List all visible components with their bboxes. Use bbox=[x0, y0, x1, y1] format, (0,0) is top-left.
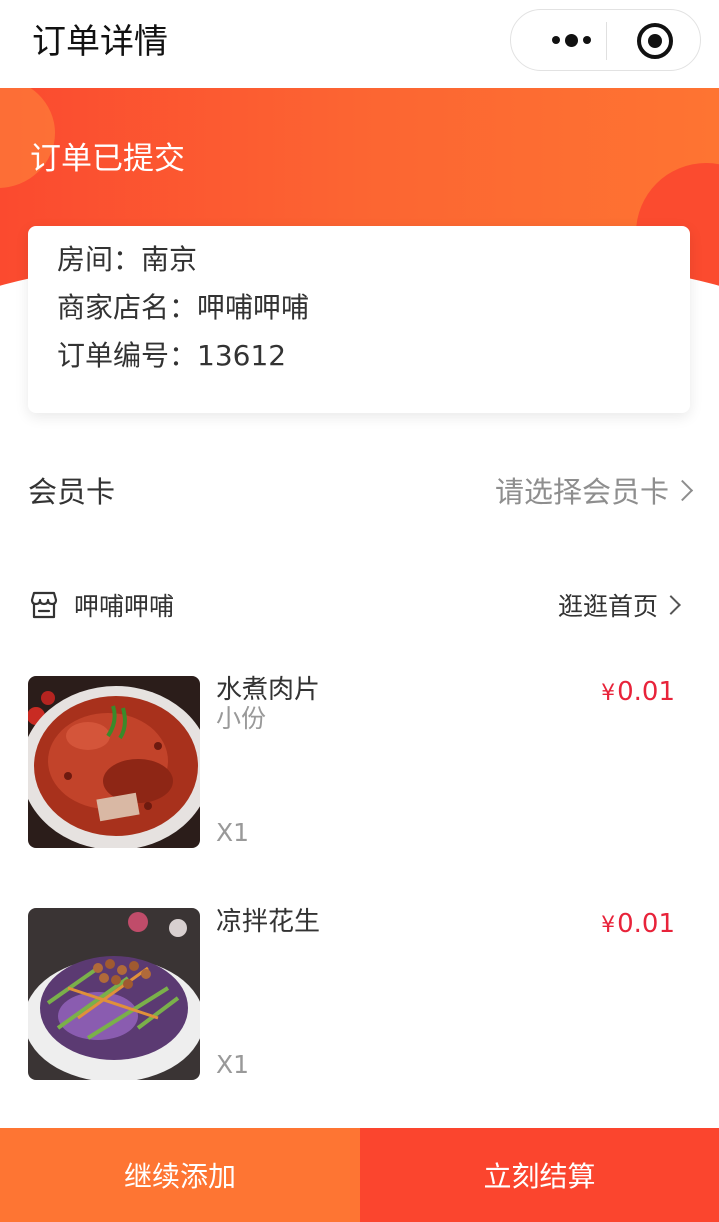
shop-home-label: 逛逛首页 bbox=[557, 592, 658, 621]
merchant-info: 商家店名：呷哺呷哺 bbox=[57, 291, 310, 324]
target-close-icon[interactable] bbox=[637, 23, 673, 59]
product-spec: 小份 bbox=[216, 704, 267, 733]
checkout-now-button[interactable]: 立刻结算 bbox=[360, 1128, 719, 1222]
store-icon bbox=[28, 590, 60, 620]
product-price: ¥0.01 bbox=[601, 908, 675, 942]
shop-info: 呷哺呷哺 bbox=[28, 587, 174, 623]
order-status-text: 订单已提交 bbox=[30, 141, 185, 177]
member-card-selector[interactable]: 请选择会员卡 bbox=[494, 469, 694, 511]
product-quantity: X1 bbox=[216, 1050, 250, 1079]
price-value: 0.01 bbox=[617, 909, 675, 939]
member-card-placeholder: 请选择会员卡 bbox=[494, 475, 669, 509]
more-dots-icon[interactable] bbox=[539, 10, 603, 70]
chevron-right-icon bbox=[661, 595, 681, 615]
currency-symbol: ¥ bbox=[601, 681, 616, 706]
product-image-boiled-pork bbox=[28, 676, 200, 848]
continue-adding-button[interactable]: 继续添加 bbox=[0, 1128, 360, 1222]
shop-home-link[interactable]: 逛逛首页 bbox=[557, 587, 681, 623]
shop-name: 呷哺呷哺 bbox=[74, 592, 175, 621]
chevron-right-icon bbox=[671, 479, 694, 501]
product-name: 凉拌花生 bbox=[216, 907, 321, 937]
price-value: 0.01 bbox=[617, 677, 675, 707]
navigation-bar: 订单详情 bbox=[0, 0, 719, 88]
order-number-info: 订单编号：13612 bbox=[57, 339, 287, 372]
capsule-divider bbox=[606, 22, 607, 60]
product-item: 水煮肉片 小份 X1 ¥0.01 bbox=[28, 675, 678, 848]
product-price: ¥0.01 bbox=[601, 676, 675, 710]
product-quantity: X1 bbox=[216, 818, 250, 847]
bottom-action-bar: 继续添加 立刻结算 bbox=[0, 1128, 719, 1222]
page-title: 订单详情 bbox=[32, 22, 168, 62]
product-image-peanut-salad bbox=[28, 908, 200, 1080]
product-item: 凉拌花生 X1 ¥0.01 bbox=[28, 907, 678, 1080]
currency-symbol: ¥ bbox=[601, 913, 616, 938]
room-info: 房间：南京 bbox=[57, 243, 198, 276]
order-info-card: 房间：南京 商家店名：呷哺呷哺 订单编号：13612 bbox=[28, 226, 690, 413]
mini-program-capsule bbox=[510, 9, 701, 71]
shop-header: 呷哺呷哺 逛逛首页 bbox=[28, 585, 681, 625]
member-card-label: 会员卡 bbox=[28, 475, 116, 509]
member-card-row[interactable]: 会员卡 请选择会员卡 bbox=[28, 465, 694, 515]
